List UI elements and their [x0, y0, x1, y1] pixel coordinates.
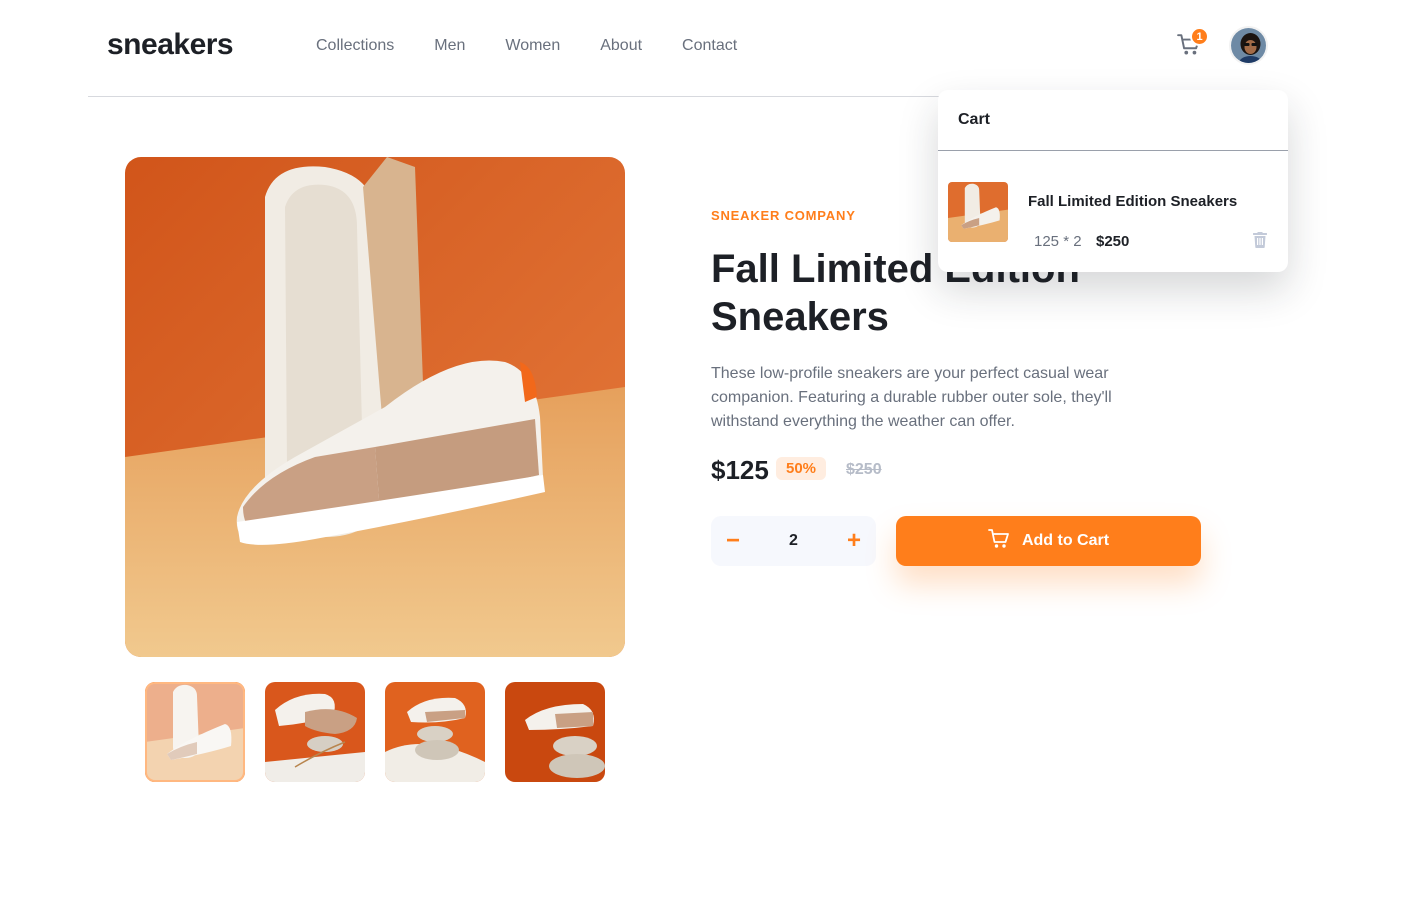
cart-item-calc: 125 * 2	[1034, 233, 1082, 250]
cart-divider	[938, 150, 1288, 151]
discount-badge: 50%	[776, 457, 827, 480]
minus-icon[interactable]: −	[721, 529, 745, 553]
logo[interactable]: sneakers	[107, 28, 234, 62]
cart-dropdown: Cart Fall Limited Edition Sneakers 125 *…	[938, 90, 1288, 272]
add-to-cart-button[interactable]: Add to Cart	[896, 516, 1201, 566]
product-description: These low-profile sneakers are your perf…	[711, 365, 1112, 430]
add-to-cart-label: Add to Cart	[1021, 532, 1110, 549]
plus-icon[interactable]: +	[842, 529, 866, 553]
thumbnail-2[interactable]	[265, 682, 365, 782]
delete-icon[interactable]	[1253, 232, 1267, 249]
thumbnail-1[interactable]	[145, 682, 245, 782]
cart-title: Cart	[958, 111, 991, 128]
thumbnail-3[interactable]	[385, 682, 485, 782]
current-price: $125	[711, 455, 769, 485]
nav-women[interactable]: Women	[505, 37, 560, 55]
site-header: sneakers Collections Men Women About Con…	[88, 0, 1278, 97]
company-label: SNEAKER COMPANY	[711, 208, 856, 223]
cart-icon	[988, 528, 1010, 554]
thumbnail-4[interactable]	[505, 682, 605, 782]
main-nav: Collections Men Women About Contact	[316, 37, 737, 55]
original-price: $250	[846, 461, 882, 478]
cart-count-badge: 1	[1190, 27, 1209, 46]
cart-item-total: $250	[1096, 233, 1130, 250]
nav-collections[interactable]: Collections	[316, 37, 394, 55]
nav-about[interactable]: About	[600, 37, 642, 55]
cart-item-name: Fall Limited Edition Sneakers	[1028, 193, 1238, 210]
user-avatar[interactable]	[1229, 26, 1268, 65]
quantity-stepper: − 2 +	[711, 516, 876, 566]
nav-men[interactable]: Men	[434, 37, 465, 55]
product-main-image[interactable]	[125, 157, 625, 657]
cart-item-thumbnail	[948, 182, 1008, 242]
quantity-value: 2	[789, 532, 798, 549]
thumbnail-list	[145, 682, 605, 782]
nav-contact[interactable]: Contact	[682, 37, 737, 55]
